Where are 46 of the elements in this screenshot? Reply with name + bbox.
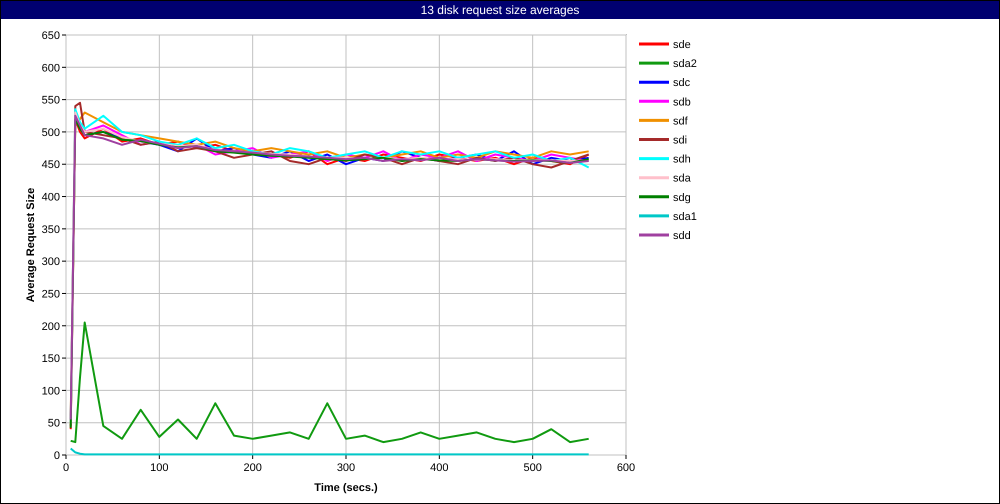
tick-label: 300 <box>42 256 60 268</box>
tick-label: 350 <box>42 224 60 236</box>
legend-label: sdd <box>673 230 691 242</box>
legend-label: sda1 <box>673 210 697 223</box>
axis-title: Average Request Size <box>25 188 37 302</box>
tick-label: 550 <box>42 94 60 107</box>
tick-label: 650 <box>42 30 60 42</box>
legend-swatch <box>639 42 669 46</box>
legend-swatch <box>639 157 669 160</box>
tick-label: 200 <box>243 462 262 474</box>
legend-label: sda2 <box>673 58 697 70</box>
legend-swatch <box>639 214 669 218</box>
legend-label: sdb <box>673 96 691 108</box>
tick-label: 100 <box>42 385 60 398</box>
tick-label: 0 <box>54 450 60 462</box>
legend-label: sdc <box>673 77 690 90</box>
tick-label: 400 <box>430 462 449 474</box>
window-title: 13 disk request size averages <box>420 2 580 19</box>
tick-label: 200 <box>42 320 60 333</box>
tick-label: 100 <box>150 462 169 474</box>
tick-label: 150 <box>42 353 60 366</box>
legend-swatch <box>639 176 669 180</box>
legend-swatch <box>639 118 669 122</box>
legend-label: sdg <box>673 192 691 204</box>
tick-label: 450 <box>42 159 60 172</box>
legend-swatch <box>639 195 669 198</box>
legend-swatch <box>639 234 669 236</box>
tick-label: 600 <box>616 462 636 474</box>
tick-label: 400 <box>42 192 60 204</box>
legend-label: sde <box>673 39 691 51</box>
legend-swatch <box>639 138 669 141</box>
legend-label: sda <box>673 172 691 185</box>
tick-label: 0 <box>62 462 70 474</box>
legend-swatch <box>639 80 669 84</box>
tick-label: 50 <box>48 418 60 430</box>
legend-swatch <box>639 100 669 103</box>
tick-label: 600 <box>42 62 60 74</box>
legend-swatch <box>639 62 669 65</box>
legend-label: sdi <box>673 134 688 146</box>
axis-title: Time (secs.) <box>314 482 378 494</box>
tick-label: 250 <box>42 288 60 300</box>
tick-label: 500 <box>42 126 60 139</box>
tick-label: 300 <box>336 462 356 474</box>
legend-label: sdh <box>673 154 691 166</box>
tick-label: 500 <box>523 462 542 474</box>
legend-label: sdf <box>673 115 688 128</box>
